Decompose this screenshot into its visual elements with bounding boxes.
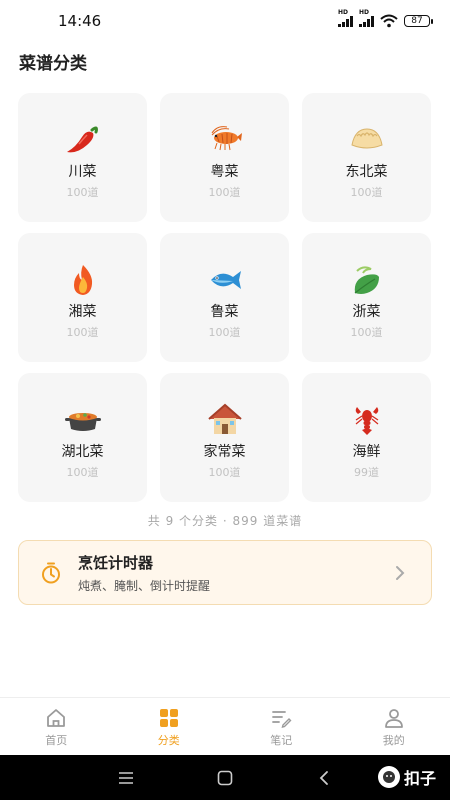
category-summary: 共 9 个分类 · 899 道菜谱 [147,514,303,528]
category-count: 100道 [350,186,383,199]
timer-text: 烹饪计时器 炖煮、腌制、倒计时提醒 [78,552,395,594]
system-nav-bar: 扣子 [0,755,450,800]
back-icon[interactable] [315,769,333,787]
category-name: 湘菜 [68,304,97,320]
tab-label: 笔记 [270,733,293,747]
timer-subtitle: 炖煮、腌制、倒计时提醒 [78,578,211,593]
category-count: 100道 [208,466,241,479]
category-count: 100道 [208,326,241,339]
status-bar: 14:46 HD HD 87 [0,0,450,42]
dumpling-icon [349,123,385,157]
house-icon [207,403,243,437]
chili-icon [65,123,101,157]
category-count: 100道 [66,466,99,479]
category-card-hunan[interactable]: 湘菜 100道 [18,233,147,362]
category-count: 100道 [66,186,99,199]
user-icon [384,708,403,728]
category-name: 东北菜 [345,164,388,180]
pot-icon [64,403,101,437]
grid-icon [159,708,178,727]
category-count: 100道 [66,326,99,339]
category-card-cantonese[interactable]: 粤菜 100道 [160,93,289,222]
category-name: 家常菜 [203,444,246,460]
category-name: 川菜 [68,164,97,180]
category-name: 鲁菜 [210,304,239,320]
category-name: 浙菜 [352,304,381,320]
leaf-icon [349,263,385,297]
tab-category[interactable]: 分类 [113,698,226,756]
category-card-hubei[interactable]: 湖北菜 100道 [18,373,147,502]
status-icons: HD HD 87 [338,9,433,28]
category-count: 100道 [208,186,241,199]
tab-label: 我的 [382,733,405,747]
category-grid: 川菜 100道 粤菜 100道 东北菜 100道 湘菜 100道 鲁菜 100道… [18,93,432,502]
battery-level: 87 [411,16,423,26]
tab-profile[interactable]: 我的 [338,698,450,756]
category-name: 海鲜 [352,444,381,460]
category-name: 粤菜 [210,164,239,180]
cooking-timer-card[interactable]: 烹饪计时器 炖煮、腌制、倒计时提醒 [18,540,432,605]
tab-label: 首页 [45,733,68,747]
category-count: 99道 [354,466,379,479]
fish-icon [207,263,243,297]
category-count: 100道 [350,326,383,339]
category-card-shandong[interactable]: 鲁菜 100道 [160,233,289,362]
status-time: 14:46 [58,12,102,30]
category-card-zhejiang[interactable]: 浙菜 100道 [302,233,431,362]
tab-notes[interactable]: 笔记 [225,698,338,756]
note-icon [272,710,292,728]
category-card-homestyle[interactable]: 家常菜 100道 [160,373,289,502]
bottom-tab-bar: 首页 分类 笔记 我的 [0,697,450,756]
fire-icon [65,263,101,297]
watermark-logo-icon [377,766,400,788]
battery-icon: 87 [404,15,433,27]
category-card-dongbei[interactable]: 东北菜 100道 [302,93,431,222]
tab-home[interactable]: 首页 [0,698,113,756]
category-card-sichuan[interactable]: 川菜 100道 [18,93,147,222]
shrimp-icon [207,123,243,157]
home-square-icon[interactable] [216,769,234,787]
chevron-right-icon [396,565,405,580]
signal-icon: HD [359,9,374,27]
menu-icon[interactable] [117,769,135,787]
tab-label: 分类 [157,733,180,747]
category-card-seafood[interactable]: 海鲜 99道 [302,373,431,502]
stopwatch-icon [42,562,60,583]
lobster-icon [349,403,385,437]
category-name: 湖北菜 [61,444,104,460]
watermark-text: 扣子 [403,769,436,788]
home-icon [47,708,66,727]
wifi-icon [380,14,398,28]
watermark: 扣子 [377,765,436,789]
page-title: 菜谱分类 [19,54,87,74]
timer-title: 烹饪计时器 [78,553,154,572]
signal-icon: HD [338,9,353,27]
